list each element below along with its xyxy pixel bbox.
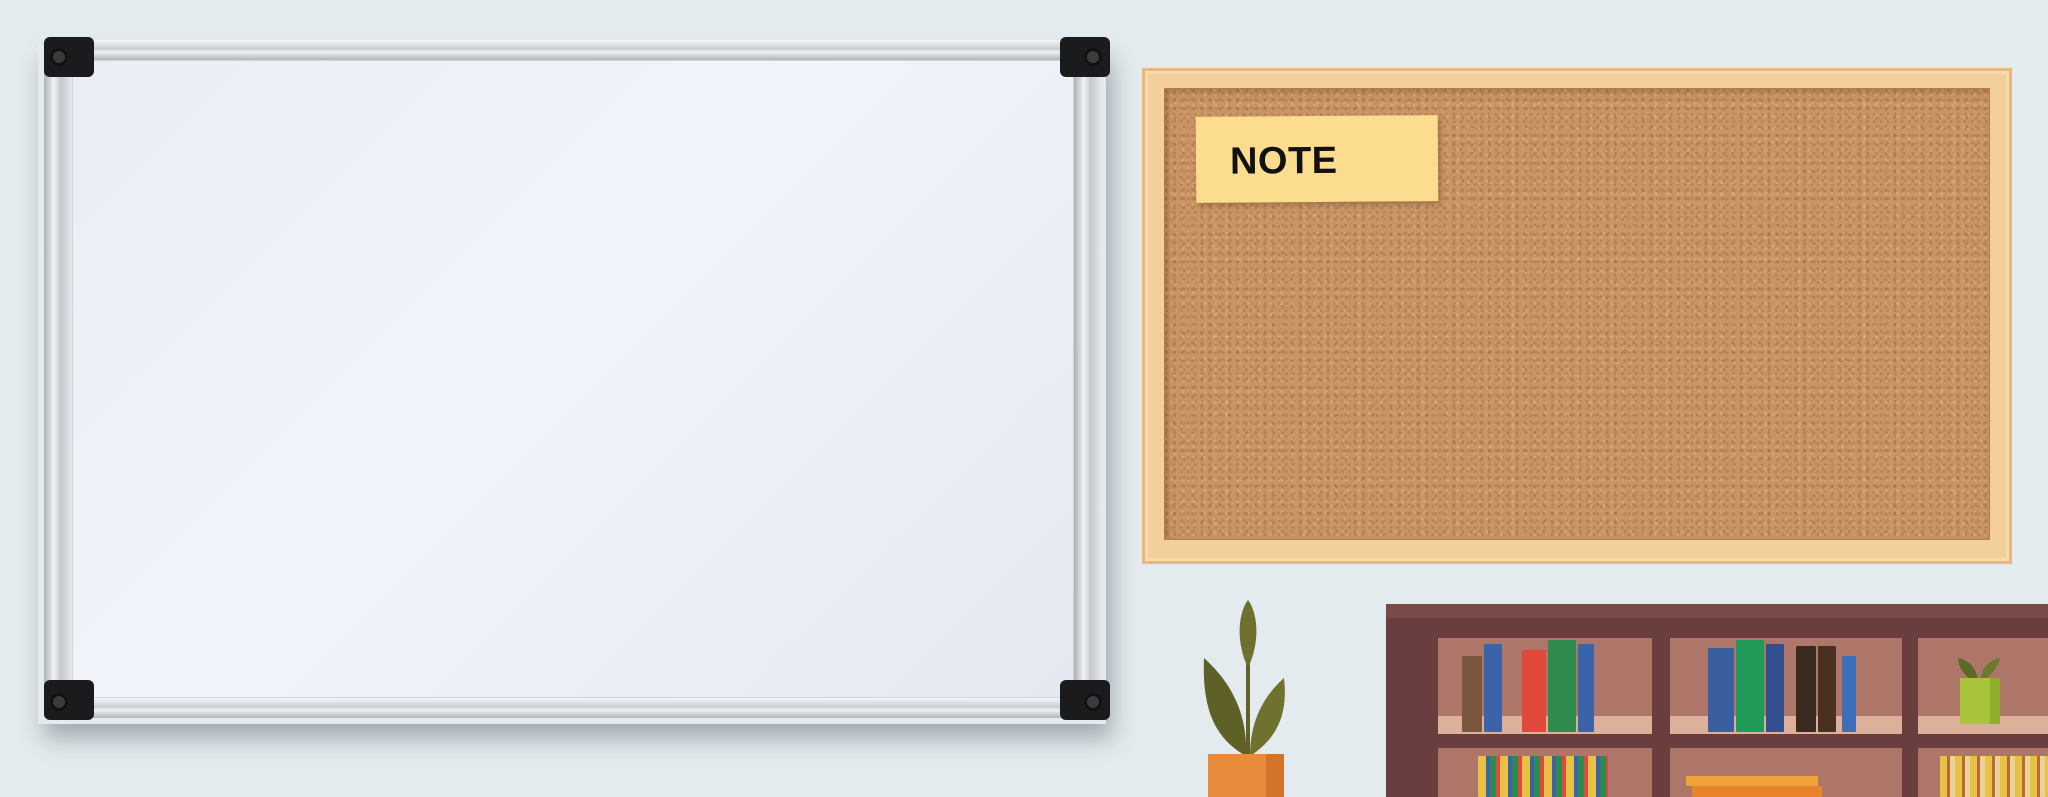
book-row — [1478, 756, 1608, 797]
book — [1462, 656, 1482, 732]
bookshelf-top — [1386, 604, 2048, 618]
book — [1842, 656, 1856, 732]
shelf-ledge-2 — [1670, 716, 1902, 734]
book-stack — [1686, 776, 1818, 786]
book — [1548, 640, 1576, 732]
whiteboard-frame-top — [50, 40, 1106, 60]
whiteboard-corner-top-right — [1060, 37, 1110, 77]
book-row — [1940, 756, 2048, 797]
small-plant-icon — [1958, 658, 2000, 724]
plant-pot-shade — [1266, 754, 1284, 797]
whiteboard-frame-left — [44, 44, 72, 716]
whiteboard-corner-top-left — [44, 37, 94, 77]
whiteboard-frame-bottom — [50, 698, 1106, 718]
potted-plant-icon — [1203, 600, 1285, 758]
book — [1578, 644, 1594, 732]
book — [1522, 650, 1546, 732]
note-label: NOTE — [1229, 139, 1338, 183]
sticky-note[interactable]: NOTE — [1195, 115, 1439, 203]
book-stack — [1692, 786, 1822, 797]
book — [1736, 640, 1764, 732]
whiteboard-corner-bottom-right — [1060, 680, 1110, 720]
book — [1796, 646, 1816, 732]
whiteboard-frame-right — [1074, 44, 1102, 716]
whiteboard-surface[interactable] — [72, 60, 1074, 698]
book — [1766, 644, 1784, 732]
book — [1708, 648, 1734, 732]
book — [1818, 646, 1836, 732]
whiteboard-corner-bottom-left — [44, 680, 94, 720]
book — [1484, 644, 1502, 732]
